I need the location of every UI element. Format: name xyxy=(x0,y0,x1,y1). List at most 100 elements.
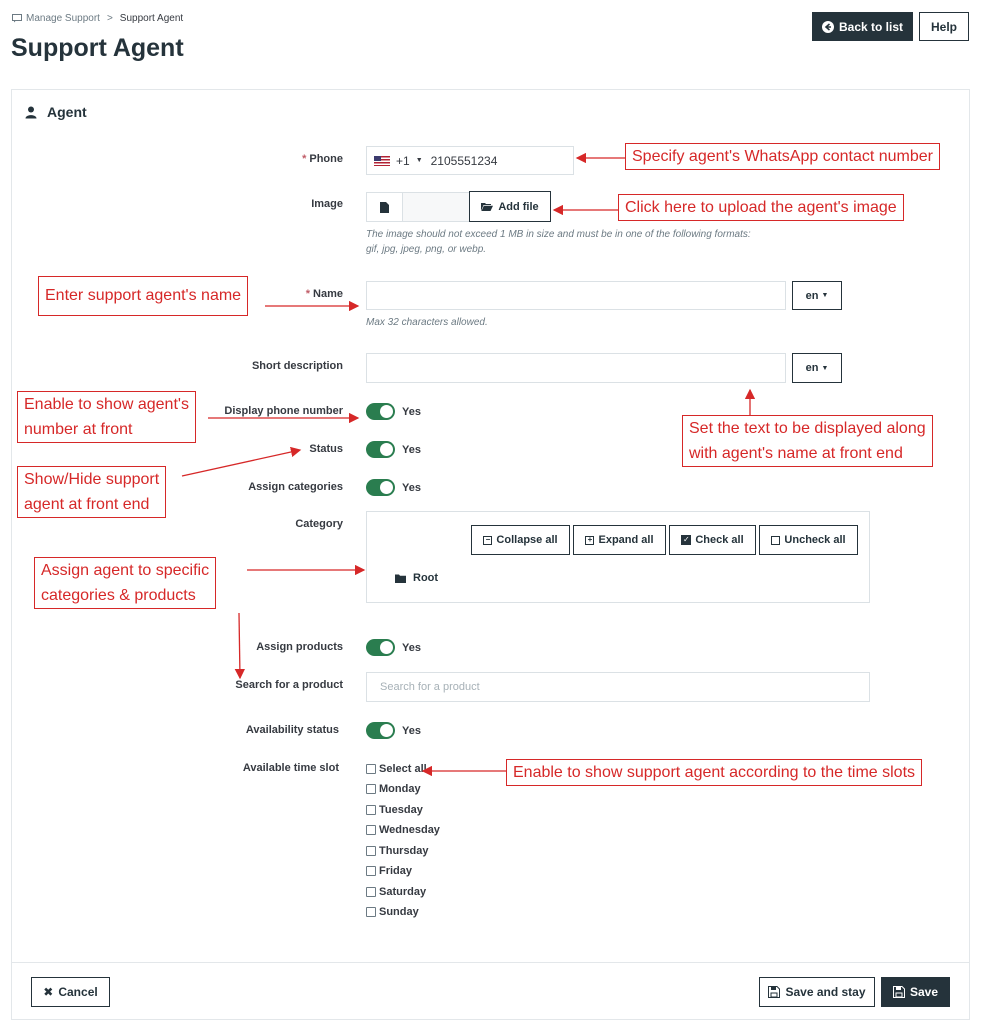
annotation-name: Enter support agent's name xyxy=(38,276,249,316)
assign-categories-state: Yes xyxy=(402,481,421,494)
caret-down-icon[interactable]: ▼ xyxy=(416,157,423,164)
breadcrumb-parent[interactable]: Manage Support xyxy=(26,13,100,24)
add-file-button[interactable]: Add file xyxy=(469,191,551,222)
save-and-stay-label: Save and stay xyxy=(785,985,866,999)
checkbox[interactable] xyxy=(366,846,376,856)
back-to-list-label: Back to list xyxy=(838,19,904,34)
search-product-placeholder: Search for a product xyxy=(380,681,480,693)
page-title: Support Agent xyxy=(11,34,184,62)
assign-products-state: Yes xyxy=(402,641,421,654)
assign-products-toggle[interactable]: Yes xyxy=(366,639,421,656)
annotation-status-line2: agent at front end xyxy=(24,496,150,513)
toggle-track[interactable] xyxy=(366,479,395,496)
phone-field[interactable]: +1 ▼ 2105551234 xyxy=(366,146,574,175)
save-and-stay-button[interactable]: Save and stay xyxy=(759,977,875,1007)
short-description-input[interactable] xyxy=(366,353,786,383)
minus-square-icon: − xyxy=(483,535,493,545)
us-flag-icon[interactable] xyxy=(374,155,390,166)
collapse-all-label: Collapse all xyxy=(496,534,558,546)
display-phone-toggle[interactable]: Yes xyxy=(366,403,421,420)
checkbox-select-all[interactable]: Select all xyxy=(366,763,427,775)
availability-status-label: Availability status xyxy=(245,724,339,736)
assign-categories-label: Assign categories xyxy=(248,481,343,493)
annotation-short-desc-line2: with agent's name at front end xyxy=(689,445,903,462)
file-icon xyxy=(380,201,389,213)
image-hint: The image should not exceed 1 MB in size… xyxy=(366,229,751,255)
expand-all-label: Expand all xyxy=(598,534,654,546)
cancel-label: Cancel xyxy=(58,985,98,999)
checkbox-tuesday[interactable]: Tuesday xyxy=(366,804,423,816)
uncheck-all-button[interactable]: Uncheck all xyxy=(759,525,858,555)
name-input[interactable] xyxy=(366,281,786,310)
uncheck-all-label: Uncheck all xyxy=(784,534,846,546)
annotation-status: Show/Hide support agent at front end xyxy=(17,466,167,518)
search-product-label: Search for a product xyxy=(235,679,343,691)
annotation-status-line1: Show/Hide support xyxy=(24,471,160,488)
name-language-dropdown[interactable]: en ▼ xyxy=(792,281,842,310)
section-header: Agent xyxy=(25,104,87,120)
folder-icon xyxy=(395,574,406,583)
floppy-disk-icon xyxy=(892,986,905,998)
checkbox-monday[interactable]: Monday xyxy=(366,783,421,795)
short-description-language-label: en xyxy=(805,362,819,374)
checkbox-wednesday[interactable]: Wednesday xyxy=(366,824,440,836)
tree-root-node[interactable]: Root xyxy=(395,572,438,584)
short-description-language-dropdown[interactable]: en ▼ xyxy=(792,353,842,383)
display-phone-label: Display phone number xyxy=(224,405,343,417)
checkbox[interactable] xyxy=(366,764,376,774)
phone-value: 2105551234 xyxy=(430,153,498,168)
annotation-display-phone-line1: Enable to show agent's xyxy=(24,396,189,413)
checkbox[interactable] xyxy=(366,784,376,794)
help-button[interactable]: Help xyxy=(919,12,969,41)
annotation-categories-line2: categories & products xyxy=(41,587,196,604)
help-label: Help xyxy=(930,19,957,34)
check-all-label: Check all xyxy=(695,534,744,546)
expand-all-button[interactable]: + Expand all xyxy=(573,525,666,555)
support-icon xyxy=(12,14,22,23)
checkbox-saturday[interactable]: Saturday xyxy=(366,886,426,898)
check-all-button[interactable]: ✓ Check all xyxy=(669,525,756,555)
availability-status-state: Yes xyxy=(402,724,421,737)
search-product-input[interactable]: Search for a product xyxy=(366,672,870,702)
short-description-label: Short description xyxy=(251,360,343,372)
availability-status-toggle[interactable]: Yes xyxy=(366,722,421,739)
toggle-track[interactable] xyxy=(366,722,395,739)
annotation-short-description: Set the text to be displayed along with … xyxy=(682,415,933,467)
checkbox[interactable] xyxy=(366,907,376,917)
checkbox-sunday[interactable]: Sunday xyxy=(366,906,419,918)
annotation-categories: Assign agent to specific categories & pr… xyxy=(34,557,217,609)
assign-categories-toggle[interactable]: Yes xyxy=(366,479,421,496)
name-hint: Max 32 characters allowed. xyxy=(366,317,488,328)
toggle-track[interactable] xyxy=(366,441,395,458)
checked-square-icon: ✓ xyxy=(681,535,692,545)
cancel-button[interactable]: ✖ Cancel xyxy=(31,977,110,1007)
country-code[interactable]: +1 xyxy=(396,154,410,168)
caret-down-icon: ▼ xyxy=(821,292,829,299)
floppy-disk-icon xyxy=(768,986,781,998)
toggle-track[interactable] xyxy=(366,639,395,656)
annotation-time-slots: Enable to show support agent according t… xyxy=(506,759,923,786)
checkbox[interactable] xyxy=(366,887,376,897)
back-to-list-button[interactable]: Back to list xyxy=(812,12,913,41)
display-phone-state: Yes xyxy=(402,405,421,418)
time-slot-label: Available time slot xyxy=(242,762,339,774)
save-button[interactable]: Save xyxy=(881,977,950,1007)
breadcrumb-current: Support Agent xyxy=(119,13,184,24)
checkbox[interactable] xyxy=(366,805,376,815)
collapse-all-button[interactable]: − Collapse all xyxy=(471,525,570,555)
name-language-label: en xyxy=(805,289,819,302)
plus-square-icon: + xyxy=(585,535,595,545)
status-toggle[interactable]: Yes xyxy=(366,441,421,458)
annotation-display-phone-line2: number at front xyxy=(24,421,133,438)
close-icon: ✖ xyxy=(43,985,54,999)
user-icon xyxy=(25,106,37,118)
checkbox-friday[interactable]: Friday xyxy=(366,865,412,877)
tree-root-label: Root xyxy=(413,572,439,584)
annotation-categories-line1: Assign agent to specific xyxy=(41,562,210,579)
checkbox-thursday[interactable]: Thursday xyxy=(366,845,429,857)
breadcrumb-separator: > xyxy=(106,13,113,24)
toggle-track[interactable] xyxy=(366,403,395,420)
checkbox[interactable] xyxy=(366,825,376,835)
checkbox[interactable] xyxy=(366,866,376,876)
category-label: Category xyxy=(295,518,343,530)
